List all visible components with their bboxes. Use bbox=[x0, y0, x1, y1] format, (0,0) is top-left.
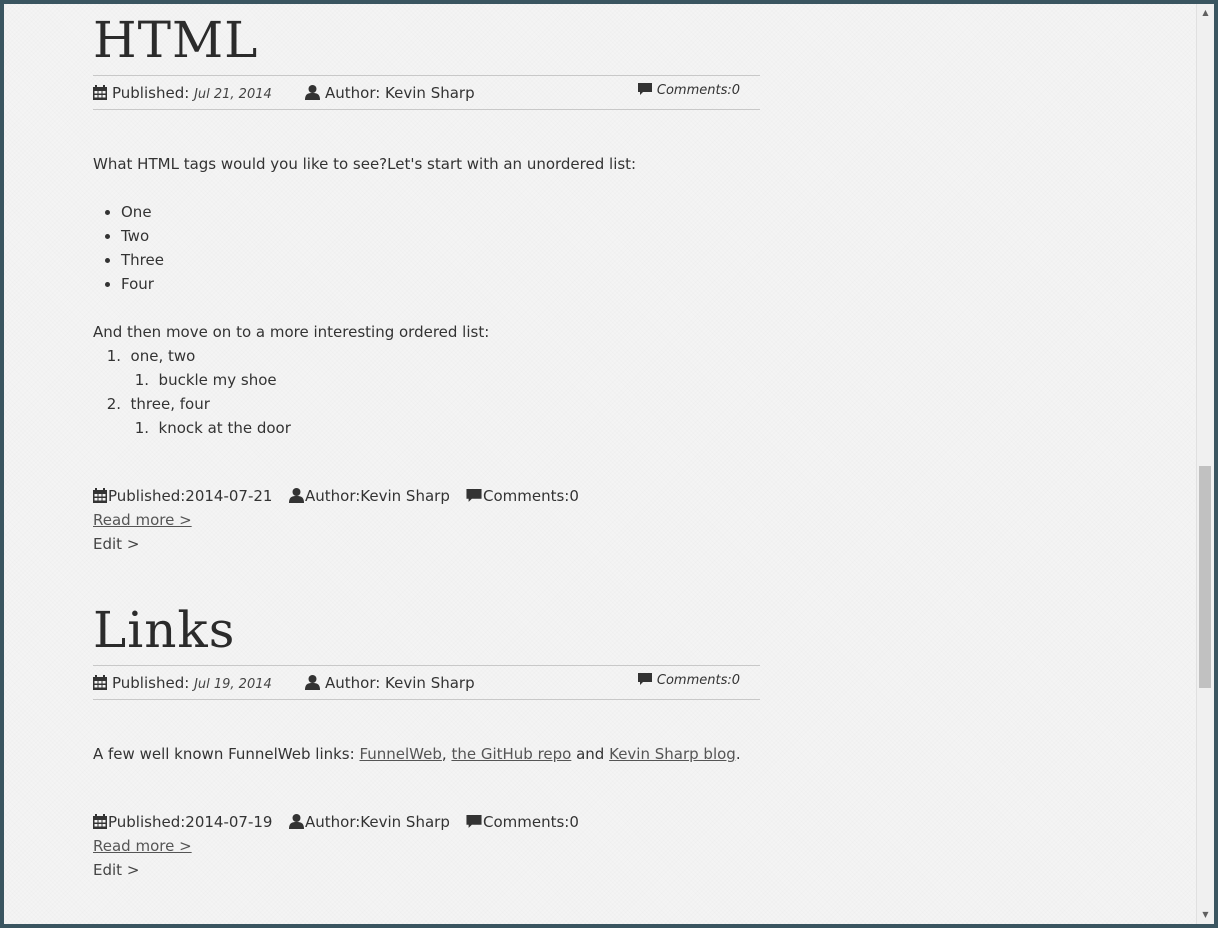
edit-link[interactable]: Edit > bbox=[93, 858, 760, 882]
user-icon bbox=[289, 814, 304, 829]
published-label: Published: bbox=[112, 674, 190, 692]
meta-comments[interactable]: Comments:0 bbox=[637, 673, 740, 688]
comment-icon bbox=[466, 489, 482, 502]
footer-comments[interactable]: Comments:0 bbox=[466, 810, 579, 834]
post-meta-bar: Published: Jul 19, 2014 Author: Kevin Sh… bbox=[93, 665, 760, 700]
kevin-sharp-blog-link[interactable]: Kevin Sharp blog bbox=[609, 745, 736, 763]
body-prefix: A few well known FunnelWeb links: bbox=[93, 745, 360, 763]
footer-published-text: Published:2014-07-21 bbox=[108, 487, 273, 505]
post-footer-meta: Published:2014-07-21 Author:Kevin Sharp … bbox=[93, 484, 760, 508]
body-suffix: . bbox=[735, 745, 741, 763]
meta-author: Author: Kevin Sharp bbox=[305, 84, 475, 102]
author-label: Author: Kevin Sharp bbox=[325, 84, 475, 102]
footer-published: Published:2014-07-21 bbox=[93, 484, 272, 508]
calendar-icon bbox=[93, 488, 107, 503]
footer-published: Published:2014-07-19 bbox=[93, 810, 272, 834]
list-number: 1. bbox=[134, 419, 149, 437]
published-date: Jul 19, 2014 bbox=[194, 677, 272, 692]
user-icon bbox=[305, 675, 320, 690]
post-meta-bar: Published: Jul 21, 2014 Author: Kevin Sh… bbox=[93, 75, 760, 110]
list-item-text: buckle my shoe bbox=[158, 371, 277, 389]
post-body: What HTML tags would you like to see?Let… bbox=[93, 152, 760, 440]
calendar-icon bbox=[93, 814, 107, 829]
read-more-link[interactable]: Read more > bbox=[93, 508, 760, 532]
list-number: 1. bbox=[134, 371, 149, 389]
funnelweb-link[interactable]: FunnelWeb bbox=[359, 745, 441, 763]
edit-link[interactable]: Edit > bbox=[93, 532, 760, 556]
published-label: Published: bbox=[112, 84, 190, 102]
list-item: Two bbox=[93, 224, 760, 248]
calendar-icon bbox=[93, 675, 107, 690]
github-repo-link[interactable]: the GitHub repo bbox=[451, 745, 571, 763]
comment-icon bbox=[637, 673, 652, 685]
scroll-down-arrow-icon[interactable]: ▼ bbox=[1197, 908, 1214, 922]
ordered-list: 1. one, two 1. buckle my shoe 2. three, … bbox=[93, 344, 760, 440]
list-item: 1. one, two bbox=[93, 344, 760, 368]
meta-published: Published: Jul 19, 2014 bbox=[93, 674, 272, 692]
footer-comments[interactable]: Comments:0 bbox=[466, 484, 579, 508]
list-item-text: one, two bbox=[130, 347, 196, 365]
user-icon bbox=[305, 85, 320, 100]
footer-author-text: Author:Kevin Sharp bbox=[305, 813, 450, 831]
post-title[interactable]: Links bbox=[93, 600, 760, 660]
nested-list-item: 1. buckle my shoe bbox=[93, 368, 760, 392]
post-body: A few well known FunnelWeb links: Funnel… bbox=[93, 742, 760, 766]
footer-author: Author:Kevin Sharp bbox=[289, 810, 450, 834]
meta-author: Author: Kevin Sharp bbox=[305, 674, 475, 692]
list-item-text: knock at the door bbox=[158, 419, 291, 437]
list-item: One bbox=[93, 200, 760, 224]
footer-author: Author:Kevin Sharp bbox=[289, 484, 450, 508]
footer-comments-text: Comments:0 bbox=[483, 813, 579, 831]
read-more-link[interactable]: Read more > bbox=[93, 834, 760, 858]
author-label: Author: Kevin Sharp bbox=[325, 674, 475, 692]
comment-icon bbox=[466, 815, 482, 828]
list-number: 2. bbox=[106, 395, 121, 413]
footer-published-text: Published:2014-07-19 bbox=[108, 813, 273, 831]
meta-published: Published: Jul 21, 2014 bbox=[93, 84, 272, 102]
body-sep: and bbox=[571, 745, 610, 763]
list-item: Four bbox=[93, 272, 760, 296]
list-number: 1. bbox=[106, 347, 121, 365]
vertical-scrollbar[interactable]: ▲ ▼ bbox=[1196, 4, 1214, 924]
user-icon bbox=[289, 488, 304, 503]
ordered-intro: And then move on to a more interesting o… bbox=[93, 323, 490, 341]
post-footer-meta: Published:2014-07-19 Author:Kevin Sharp … bbox=[93, 810, 760, 834]
published-date: Jul 21, 2014 bbox=[194, 87, 272, 102]
page-viewport: HTML Published: Jul 21, 2014 Author: Kev… bbox=[4, 4, 1196, 924]
calendar-icon bbox=[93, 85, 107, 100]
nested-list-item: 1. knock at the door bbox=[93, 416, 760, 440]
unordered-list: One Two Three Four bbox=[93, 200, 760, 296]
scroll-up-arrow-icon[interactable]: ▲ bbox=[1197, 6, 1214, 20]
blog-post-links: Links Published: Jul 19, 2014 Author: Ke… bbox=[93, 600, 760, 882]
list-item: 2. three, four bbox=[93, 392, 760, 416]
comment-icon bbox=[637, 83, 652, 95]
blog-post-html: HTML Published: Jul 21, 2014 Author: Kev… bbox=[93, 10, 760, 556]
scrollbar-thumb[interactable] bbox=[1199, 466, 1211, 688]
meta-comments[interactable]: Comments:0 bbox=[637, 83, 740, 98]
footer-author-text: Author:Kevin Sharp bbox=[305, 487, 450, 505]
body-sep: , bbox=[441, 745, 452, 763]
list-item-text: three, four bbox=[130, 395, 210, 413]
list-item: Three bbox=[93, 248, 760, 272]
post-intro: What HTML tags would you like to see?Let… bbox=[93, 155, 637, 173]
comments-label: Comments:0 bbox=[656, 83, 740, 98]
footer-comments-text: Comments:0 bbox=[483, 487, 579, 505]
comments-label: Comments:0 bbox=[656, 673, 740, 688]
post-title[interactable]: HTML bbox=[93, 10, 760, 70]
